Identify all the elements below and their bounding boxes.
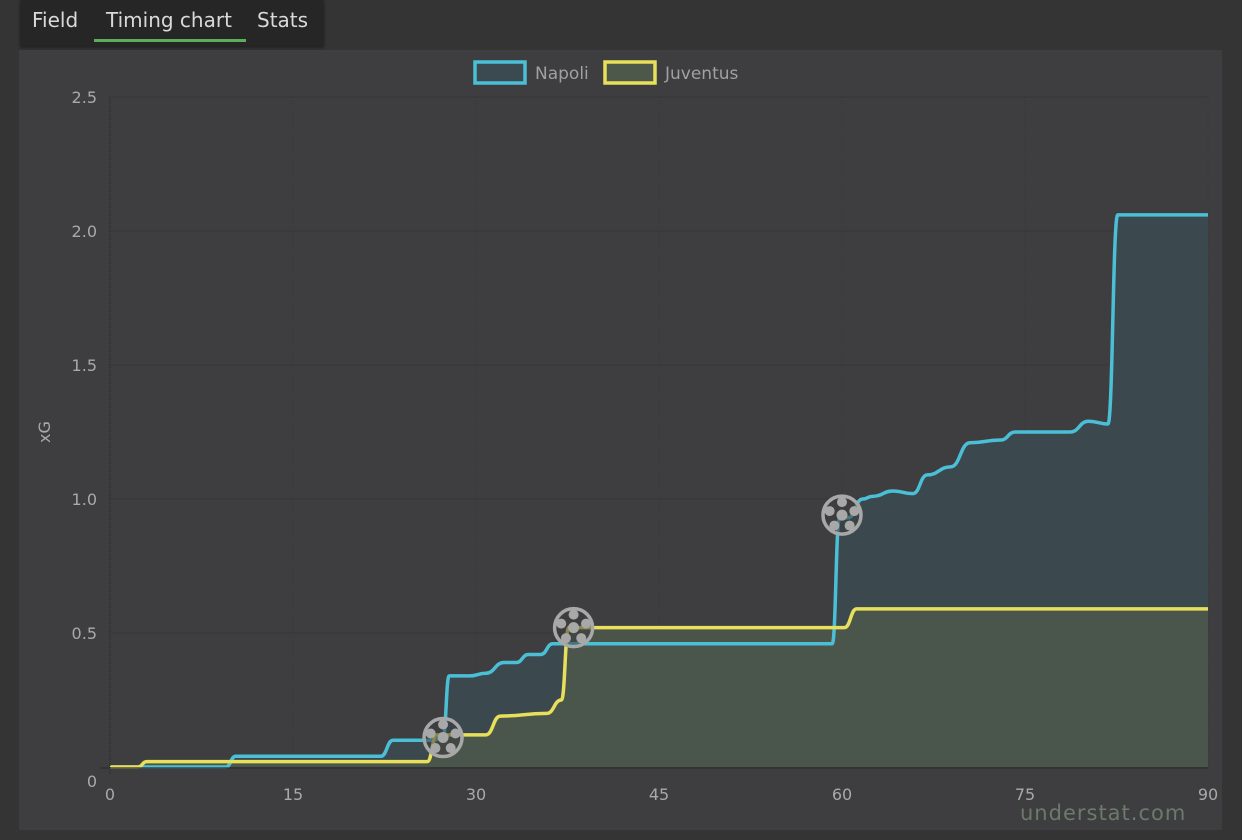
- legend: Napoli Juventus: [473, 60, 739, 85]
- x-tick-label: 45: [649, 785, 669, 804]
- x-tick-label: 90: [1198, 785, 1218, 804]
- x-tick-label: 30: [466, 785, 486, 804]
- goal-ball-icon: [552, 606, 595, 649]
- x-tick-label: 15: [283, 785, 303, 804]
- legend-swatch-juventus[interactable]: [603, 60, 657, 85]
- y-tick-label: 0.5: [72, 624, 97, 643]
- x-tick-label: 0: [105, 785, 115, 804]
- y-tick-label: 2.5: [72, 88, 97, 107]
- legend-label-napoli[interactable]: Napoli: [535, 64, 589, 84]
- goal-ball-icon: [422, 716, 464, 759]
- y-tick-label: 1.0: [72, 490, 97, 509]
- y-tick-label: 2.0: [72, 222, 97, 241]
- x-tick-label: 60: [832, 785, 852, 804]
- y-tick-label: 0: [87, 772, 97, 791]
- legend-label-juventus[interactable]: Juventus: [664, 64, 739, 84]
- timing-chart: 00.51.01.52.02.50 15 30 45 60 75 90 Napoli Juv…: [35, 60, 1218, 825]
- watermark: understat.com: [1020, 801, 1186, 825]
- goal-ball-icon: [821, 494, 863, 536]
- legend-swatch-napoli[interactable]: [473, 60, 527, 85]
- y-axis-label: xG: [35, 421, 54, 443]
- y-tick-label: 1.5: [72, 356, 97, 375]
